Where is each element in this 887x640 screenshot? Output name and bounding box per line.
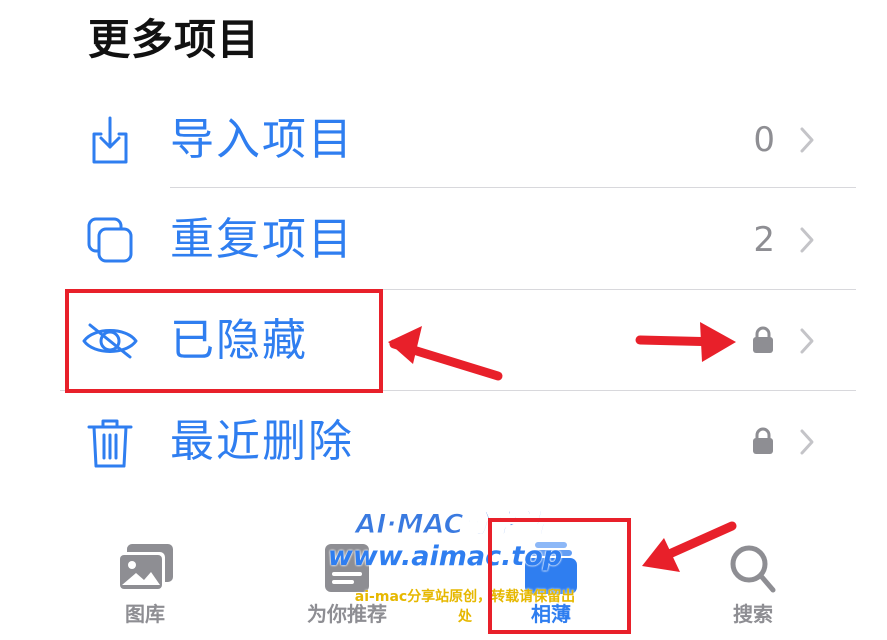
lock-icon xyxy=(751,325,775,355)
lock-icon xyxy=(751,426,775,456)
highlight-box-hidden xyxy=(65,289,383,393)
list-item-import[interactable]: 导入项目 0 xyxy=(0,90,887,190)
annotation-arrow-right xyxy=(635,322,736,362)
import-icon xyxy=(80,110,140,170)
highlight-box-albums-tab xyxy=(488,518,631,634)
annotation-arrow-tab xyxy=(642,521,737,572)
tab-label: 图库 xyxy=(125,602,165,626)
list-item-recently-deleted[interactable]: 最近删除 xyxy=(0,392,887,492)
trash-icon xyxy=(80,412,140,472)
duplicate-icon xyxy=(80,210,140,270)
list-item-duplicates[interactable]: 重复项目 2 xyxy=(0,190,887,290)
list-item-label: 最近删除 xyxy=(170,416,354,467)
chevron-right-icon xyxy=(797,326,817,356)
list-item-label: 重复项目 xyxy=(170,214,354,265)
chevron-right-icon xyxy=(797,225,817,255)
tab-label: 搜索 xyxy=(733,602,773,626)
annotation-arrow-left xyxy=(388,326,503,381)
item-count: 2 xyxy=(753,220,775,260)
item-count: 0 xyxy=(753,120,775,160)
chevron-right-icon xyxy=(797,427,817,457)
chevron-right-icon xyxy=(797,125,817,155)
row-divider xyxy=(170,187,856,188)
list-item-label: 导入项目 xyxy=(170,114,354,165)
library-icon xyxy=(113,540,177,596)
section-title: 更多项目 xyxy=(88,15,261,64)
tab-library[interactable]: 图库 xyxy=(70,520,220,640)
